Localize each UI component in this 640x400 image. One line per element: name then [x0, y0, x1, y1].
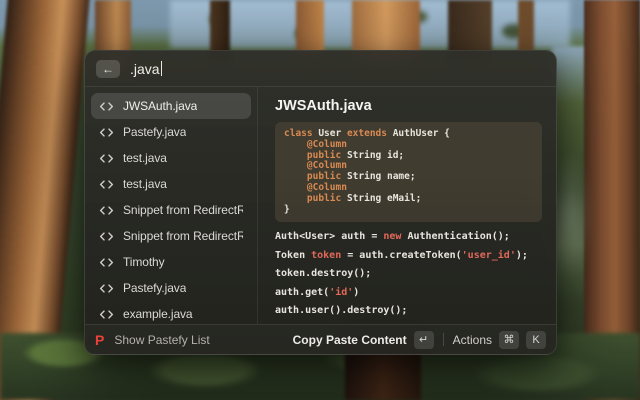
code-statement: Token token = auth.createToken('user_id'… [275, 250, 542, 262]
code-line: auth.get('id') [275, 287, 542, 299]
back-arrow-icon: ← [102, 63, 114, 75]
action-bar: P Show Pastefy List Copy Paste Content ↵… [85, 324, 556, 354]
search-input[interactable]: .java [130, 61, 162, 77]
list-item[interactable]: Pastefy.java [91, 119, 251, 145]
list-item-label: JWSAuth.java [123, 99, 197, 113]
results-list: JWSAuth.java Pastefy.java test.java test.ja… [85, 87, 257, 324]
code-line: token.destroy(); [275, 268, 542, 280]
code-icon [99, 180, 114, 189]
list-item-label: test.java [123, 177, 167, 191]
list-item-label: Snippet from RedirectResponse.... [123, 203, 243, 217]
code-icon [99, 284, 114, 293]
code-icon [99, 128, 114, 137]
primary-action-button[interactable]: Copy Paste Content [293, 333, 407, 347]
enter-key-badge: ↵ [414, 331, 434, 349]
detail-title: JWSAuth.java [275, 98, 542, 114]
code-icon [99, 206, 114, 215]
code-line: } [284, 205, 533, 216]
list-item[interactable]: JWSAuth.java [91, 93, 251, 119]
list-item-label: Timothy [123, 255, 165, 269]
list-item[interactable]: Snippet from RedirectResponse.... [91, 197, 251, 223]
list-item[interactable]: Snippet from RedirectResponse.... [91, 223, 251, 249]
code-line: public String eMail; [284, 194, 533, 205]
list-item[interactable]: example.java [91, 301, 251, 324]
list-item-label: test.java [123, 151, 167, 165]
code-statements: Auth<User> auth = new Authentication(); T… [275, 231, 542, 324]
screen: ← .java JWSAuth.java Pastefy.java test.jav… [0, 0, 640, 400]
list-item-label: example.java [123, 307, 193, 321]
list-item-label: Snippet from RedirectResponse.... [123, 229, 243, 243]
tree-trunk [518, 0, 534, 52]
footer-left-label: Show Pastefy List [114, 333, 209, 347]
code-block: class User extends AuthUser { @Column pu… [275, 122, 542, 222]
code-statement: Auth<User> auth = new Authentication(); [275, 231, 542, 243]
list-item[interactable]: Timothy [91, 249, 251, 275]
search-input-value: .java [130, 61, 160, 77]
list-item[interactable]: test.java [91, 171, 251, 197]
code-statement: auth.get('id') [275, 287, 542, 299]
code-statement: auth.user().destroy(); [275, 305, 542, 317]
palette-body: JWSAuth.java Pastefy.java test.java test.ja… [85, 87, 556, 324]
code-icon [99, 232, 114, 241]
detail-panel: JWSAuth.java class User extends AuthUser… [258, 87, 556, 324]
code-line: auth.user().destroy(); [275, 305, 542, 317]
list-item-label: Pastefy.java [123, 125, 186, 139]
k-key-badge: K [526, 331, 546, 349]
back-button[interactable]: ← [96, 60, 120, 78]
list-item-label: Pastefy.java [123, 281, 186, 295]
actions-menu-button[interactable]: Actions [453, 333, 492, 347]
code-line: Token token = auth.createToken('user_id'… [275, 250, 542, 262]
footer-divider [443, 333, 444, 346]
search-bar: ← .java [85, 51, 556, 87]
code-icon [99, 310, 114, 319]
code-icon [99, 102, 114, 111]
text-cursor [161, 61, 163, 76]
list-item[interactable]: Pastefy.java [91, 275, 251, 301]
code-icon [99, 258, 114, 267]
pastefy-logo: P [95, 332, 104, 348]
code-line: Auth<User> auth = new Authentication(); [275, 231, 542, 243]
list-item[interactable]: test.java [91, 145, 251, 171]
cmd-key-badge: ⌘ [499, 331, 519, 349]
command-palette-window: ← .java JWSAuth.java Pastefy.java test.jav… [84, 50, 557, 355]
code-icon [99, 154, 114, 163]
code-statement: token.destroy(); [275, 268, 542, 280]
footer-actions: Copy Paste Content ↵ Actions ⌘ K [293, 331, 546, 349]
